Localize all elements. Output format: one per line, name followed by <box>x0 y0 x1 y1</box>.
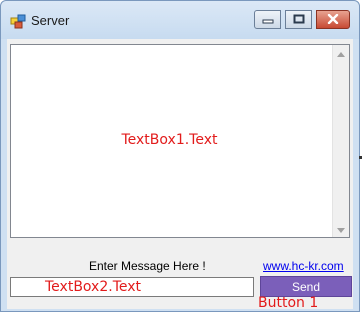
vertical-scrollbar[interactable] <box>332 45 349 237</box>
website-link[interactable]: www.hc-kr.com <box>263 259 344 273</box>
maximize-button[interactable] <box>285 10 312 29</box>
close-icon <box>327 11 339 29</box>
window-title: Server <box>31 13 70 28</box>
arrow-down-icon <box>337 220 345 238</box>
minimize-icon <box>262 11 274 29</box>
textbox1-placeholder-text: TextBox1.Text <box>121 132 218 148</box>
close-button[interactable] <box>316 10 350 29</box>
scroll-up-button[interactable] <box>333 45 349 61</box>
server-window: Server TextBox1.Text Enter Message Here … <box>0 0 360 312</box>
scroll-down-button[interactable] <box>333 221 349 237</box>
enter-message-label: Enter Message Here ! <box>89 259 206 273</box>
maximize-icon <box>293 11 305 29</box>
arrow-up-icon <box>337 44 345 62</box>
message-input[interactable]: TextBox2.Text <box>10 277 254 297</box>
title-bar[interactable]: Server <box>1 1 359 39</box>
server-app-icon <box>10 13 26 29</box>
send-button[interactable]: Send <box>260 276 352 297</box>
button1-caption: Button 1 <box>258 295 319 311</box>
textbox2-placeholder-text: TextBox2.Text <box>45 279 142 295</box>
minimize-button[interactable] <box>254 10 281 29</box>
client-area: TextBox1.Text Enter Message Here ! www.h… <box>7 39 353 311</box>
message-log-textbox[interactable]: TextBox1.Text <box>10 44 350 238</box>
